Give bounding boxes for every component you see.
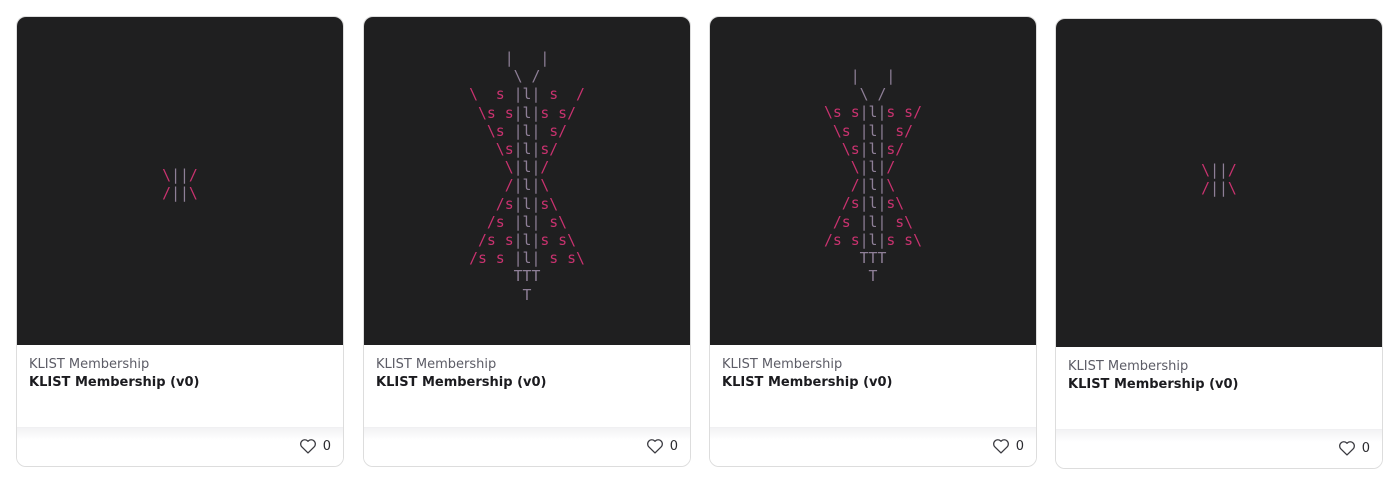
heart-icon bbox=[1338, 441, 1355, 456]
ascii-art: | | \ / \ s |l| s / \s s|l|s s/ \s |l| s… bbox=[364, 50, 690, 305]
nft-card[interactable]: \||//||\ KLIST Membership KLIST Membersh… bbox=[1055, 18, 1383, 469]
card-footer: 0 bbox=[710, 427, 1036, 466]
ascii-art-line: /||\ bbox=[162, 185, 198, 203]
ascii-art-line: T bbox=[824, 268, 922, 286]
like-count: 0 bbox=[1361, 440, 1370, 456]
ascii-art-line: \ s |l| s / bbox=[469, 86, 585, 104]
nft-card[interactable]: \||//||\ KLIST Membership KLIST Membersh… bbox=[16, 16, 344, 467]
ascii-art-line: /s s |l| s s\ bbox=[469, 250, 585, 268]
ascii-art-line: \ / bbox=[824, 86, 922, 104]
collection-name[interactable]: KLIST Membership bbox=[29, 357, 149, 372]
nft-card[interactable]: | | \ / \s s|l|s s/ \s |l| s/ \s|l|s/ \|… bbox=[709, 16, 1037, 467]
like-button[interactable]: 0 bbox=[992, 438, 1024, 454]
ascii-art: \||//||\ bbox=[17, 167, 343, 203]
heart-icon bbox=[299, 439, 316, 454]
nft-name[interactable]: KLIST Membership (v0) bbox=[29, 375, 199, 390]
ascii-art-line: \|l|/ bbox=[823, 159, 922, 177]
ascii-art-line: \s|l|s/ bbox=[469, 141, 585, 159]
card-footer: 0 bbox=[17, 427, 343, 466]
card-footer: 0 bbox=[364, 427, 690, 466]
ascii-art-line: /s s|l|s s\ bbox=[469, 232, 585, 250]
nft-artwork: | | \ / \s s|l|s s/ \s |l| s/ \s|l|s/ \|… bbox=[710, 17, 1036, 345]
ascii-art-line: /s |l| s\ bbox=[469, 213, 585, 231]
card-footer: 0 bbox=[1056, 429, 1382, 468]
ascii-art-line: /s s|l|s s\ bbox=[823, 231, 922, 249]
heart-icon bbox=[646, 439, 663, 454]
ascii-art-line: \||/ bbox=[1201, 162, 1237, 179]
card-info: KLIST Membership KLIST Membership (v0) bbox=[1056, 347, 1382, 429]
ascii-art-line: /s|l|s\ bbox=[823, 195, 922, 213]
ascii-art-line: T bbox=[469, 286, 585, 304]
collection-name[interactable]: KLIST Membership bbox=[722, 357, 842, 372]
ascii-art-line: \s |l| s/ bbox=[469, 122, 585, 140]
ascii-art-line: | | bbox=[469, 50, 585, 67]
like-count: 0 bbox=[669, 438, 678, 454]
like-count: 0 bbox=[322, 438, 331, 454]
ascii-art-line: \||/ bbox=[162, 167, 198, 184]
nft-artwork: | | \ / \ s |l| s / \s s|l|s s/ \s |l| s… bbox=[364, 17, 690, 345]
ascii-art-line: /s|l|s\ bbox=[469, 195, 585, 213]
ascii-art: \||//||\ bbox=[1056, 162, 1382, 198]
like-count: 0 bbox=[1015, 438, 1024, 454]
nft-name[interactable]: KLIST Membership (v0) bbox=[1068, 377, 1238, 392]
nft-artwork: \||//||\ bbox=[1056, 19, 1382, 347]
ascii-art-line: TTT bbox=[824, 250, 922, 268]
collection-name[interactable]: KLIST Membership bbox=[376, 357, 496, 372]
card-info: KLIST Membership KLIST Membership (v0) bbox=[710, 345, 1036, 427]
ascii-art-line: TTT bbox=[469, 268, 585, 286]
ascii-art-line: \s |l| s/ bbox=[823, 122, 922, 140]
collection-name[interactable]: KLIST Membership bbox=[1068, 359, 1188, 374]
ascii-art-line: /||\ bbox=[1201, 180, 1237, 198]
like-button[interactable]: 0 bbox=[1338, 440, 1370, 456]
like-button[interactable]: 0 bbox=[646, 438, 678, 454]
ascii-art: | | \ / \s s|l|s s/ \s |l| s/ \s|l|s/ \|… bbox=[710, 68, 1036, 286]
ascii-art-line: \ / bbox=[469, 68, 585, 86]
nft-card[interactable]: | | \ / \ s |l| s / \s s|l|s s/ \s |l| s… bbox=[363, 16, 691, 467]
ascii-art-line: \s|l|s/ bbox=[823, 140, 922, 158]
nft-artwork: \||//||\ bbox=[17, 17, 343, 345]
ascii-art-line: \s s|l|s s/ bbox=[469, 104, 585, 122]
ascii-art-line: /s |l| s\ bbox=[823, 213, 922, 231]
nft-name[interactable]: KLIST Membership (v0) bbox=[376, 375, 546, 390]
ascii-art-line: | | bbox=[824, 68, 922, 85]
card-info: KLIST Membership KLIST Membership (v0) bbox=[364, 345, 690, 427]
ascii-art-line: /|l|\ bbox=[823, 177, 922, 195]
heart-icon bbox=[992, 439, 1009, 454]
ascii-art-line: /|l|\ bbox=[469, 177, 585, 195]
nft-name[interactable]: KLIST Membership (v0) bbox=[722, 375, 892, 390]
like-button[interactable]: 0 bbox=[299, 438, 331, 454]
ascii-art-line: \s s|l|s s/ bbox=[823, 104, 922, 122]
card-info: KLIST Membership KLIST Membership (v0) bbox=[17, 345, 343, 427]
ascii-art-line: \|l|/ bbox=[469, 159, 585, 177]
